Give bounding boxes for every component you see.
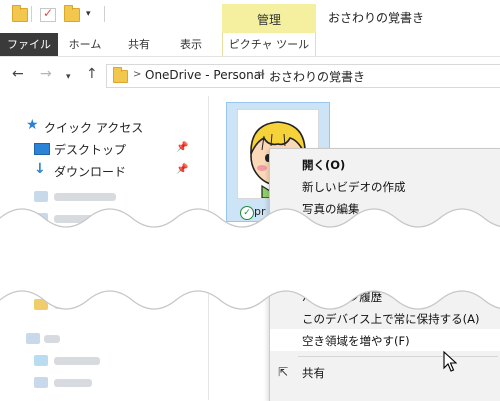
tab-file[interactable]: ファイル: [0, 33, 58, 56]
tab-share[interactable]: 共有: [116, 33, 162, 56]
blurred-label: [54, 379, 92, 387]
nav-item-blurred[interactable]: [0, 372, 208, 394]
blurred-label: [44, 335, 60, 343]
menu-item-view-online[interactable]: …インで表示: [270, 263, 500, 285]
nav-item-blurred[interactable]: [0, 350, 208, 372]
mouse-cursor-icon: [443, 351, 457, 372]
menu-item-edit-photo[interactable]: 写真の編集: [270, 197, 500, 219]
nav-item-desktop[interactable]: デスクトップ 📌: [0, 138, 208, 160]
blurred-label: [54, 193, 116, 201]
up-arrow-icon[interactable]: ↑: [86, 67, 98, 81]
context-menu: 開く(O) 新しいビデオの作成 写真の編集 ペイ…すする …インで表示 バージョ…: [269, 148, 500, 401]
menu-item-open[interactable]: 開く(O): [270, 153, 500, 175]
menu-item-label: ペイ…すする: [302, 224, 371, 238]
breadcrumb-folder[interactable]: おさわりの覚書き: [269, 68, 365, 85]
chevron-right-icon[interactable]: >: [133, 69, 141, 80]
address-row: ← → ▾ ↑ > OneDrive - Personal > おさわりの覚書き: [0, 57, 500, 93]
nav-item-quick-access[interactable]: ★ クイック アクセス: [0, 116, 208, 138]
download-icon: ↓: [34, 161, 46, 177]
pin-icon[interactable]: 📌: [176, 164, 188, 175]
title-bar: ✓ ▾ 管理 おさわりの覚書き: [0, 0, 500, 33]
new-folder-icon[interactable]: [64, 5, 80, 22]
tab-manage-label: 管理: [256, 13, 281, 27]
folder-icon: [113, 67, 128, 83]
nav-item-blurred[interactable]: [0, 186, 208, 208]
breadcrumb-onedrive[interactable]: OneDrive - Personal: [145, 68, 264, 82]
file-name[interactable]: pr: [254, 205, 266, 218]
menu-item-label: 写真の編集: [302, 202, 360, 216]
nav-item-label: デスクトップ: [54, 143, 127, 157]
nav-item-blurred[interactable]: [0, 294, 208, 316]
blurred-folder-icon: [34, 299, 48, 310]
menu-separator: [298, 356, 498, 357]
back-arrow-icon[interactable]: ←: [12, 67, 24, 81]
window-title: おさわりの覚書き: [328, 11, 425, 25]
menu-item-label: 空き領域を増やす(F): [302, 334, 410, 348]
blurred-icon: [34, 355, 48, 366]
navigation-pane: ★ クイック アクセス デスクトップ 📌 ↓ ダウンロード 📌: [0, 96, 208, 400]
blurred-label: [54, 357, 100, 365]
toolbar-separator: [104, 6, 105, 22]
menu-item-label: 共有: [302, 366, 325, 380]
menu-item-free-up-space[interactable]: 空き領域を増やす(F): [270, 329, 500, 351]
blurred-icon: [34, 213, 48, 224]
star-icon: ★: [26, 117, 39, 133]
menu-item-label: バージョン履歴: [302, 290, 383, 304]
nav-item-blurred[interactable]: [0, 208, 208, 230]
menu-item-label: 新しいビデオの作成: [302, 180, 406, 194]
share-icon: ⇱: [278, 365, 289, 379]
nav-item-label: クイック アクセス: [44, 121, 144, 135]
menu-item-label: このデバイス上で常に保持する(A): [302, 312, 480, 326]
menu-item-label: 開く(O): [302, 158, 346, 172]
folder-icon[interactable]: [12, 5, 28, 22]
blurred-label: [54, 301, 68, 309]
customize-dropdown-icon[interactable]: ▾: [86, 9, 91, 19]
blurred-label: [54, 215, 100, 223]
tab-view[interactable]: 表示: [168, 33, 214, 56]
menu-item-always-keep[interactable]: このデバイス上で常に保持する(A): [270, 307, 500, 329]
desktop-icon: [34, 143, 50, 155]
menu-item-paint[interactable]: ペイ…すする: [270, 219, 500, 241]
nav-item-label: ダウンロード: [54, 165, 127, 179]
ribbon-tabs: ファイル ホーム 共有 表示 ピクチャ ツール: [0, 33, 500, 57]
menu-item-share[interactable]: ⇱ 共有: [270, 361, 500, 383]
nav-item-downloads[interactable]: ↓ ダウンロード 📌: [0, 160, 208, 182]
nav-item-blurred[interactable]: [0, 328, 208, 350]
pane-divider[interactable]: [208, 96, 209, 400]
tab-manage[interactable]: 管理: [222, 4, 316, 33]
blurred-icon: [34, 191, 48, 202]
tab-picture-tools[interactable]: ピクチャ ツール: [222, 33, 316, 56]
chevron-right-icon[interactable]: >: [257, 69, 265, 80]
properties-icon[interactable]: ✓: [40, 6, 56, 22]
menu-item-label: …インで表示: [302, 268, 371, 282]
blurred-icon: [26, 333, 40, 344]
forward-arrow-icon[interactable]: →: [40, 67, 52, 81]
sync-ok-icon: ✓: [240, 206, 254, 220]
menu-item-version-history[interactable]: バージョン履歴: [270, 285, 500, 307]
toolbar-separator: [31, 6, 32, 22]
blurred-icon: [34, 377, 48, 388]
menu-item-create-video[interactable]: 新しいビデオの作成: [270, 175, 500, 197]
recent-locations-icon[interactable]: ▾: [66, 70, 71, 84]
pin-icon[interactable]: 📌: [176, 142, 188, 153]
tab-home[interactable]: ホーム: [62, 33, 108, 56]
address-bar[interactable]: > OneDrive - Personal > おさわりの覚書き: [106, 64, 500, 88]
